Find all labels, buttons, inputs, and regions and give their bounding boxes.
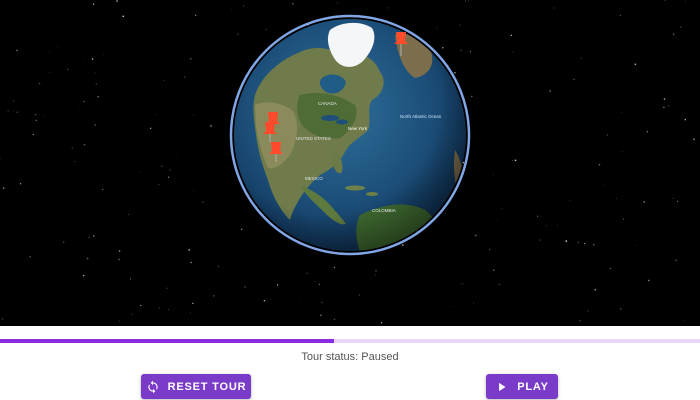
tour-progress-bar: [0, 339, 700, 343]
label-mexico: MEXICO: [305, 176, 323, 181]
play-label: PLAY: [517, 380, 549, 393]
tour-progress-fill: [0, 339, 334, 343]
reset-tour-button[interactable]: RESET TOUR: [141, 374, 251, 399]
label-canada: CANADA: [318, 101, 337, 106]
globe[interactable]: CANADA UNITED STATES MEXICO North Atlant…: [0, 0, 700, 326]
label-north-atlantic: North Atlantic Ocean: [400, 114, 442, 119]
label-colombia: COLOMBIA: [372, 208, 396, 213]
play-button[interactable]: PLAY: [486, 374, 558, 399]
label-united-states: UNITED STATES: [296, 136, 331, 141]
refresh-icon: [146, 380, 160, 394]
globe-viewport[interactable]: CANADA UNITED STATES MEXICO North Atlant…: [0, 0, 700, 326]
play-icon: [495, 380, 509, 394]
reset-tour-label: RESET TOUR: [167, 380, 247, 393]
tour-status-text: Tour status: Paused: [301, 351, 399, 363]
label-new-york: New York: [348, 126, 368, 131]
